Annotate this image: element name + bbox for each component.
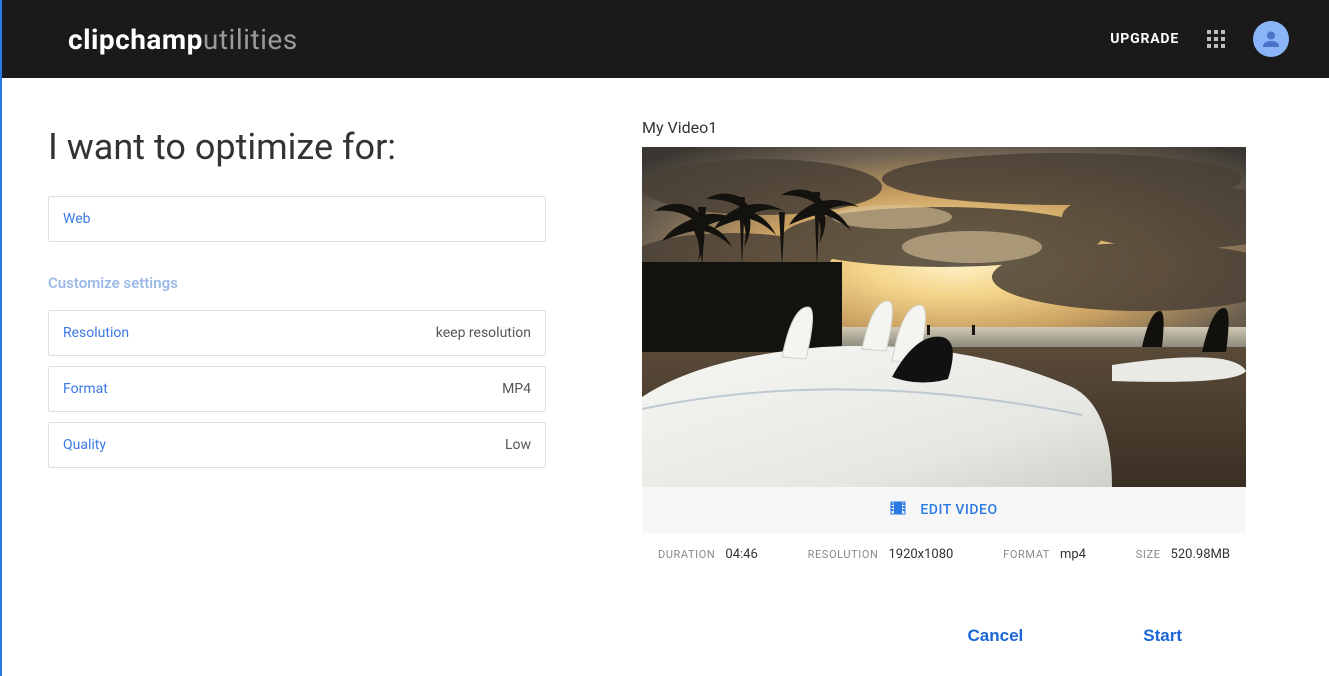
- action-row: Cancel Start: [642, 626, 1246, 646]
- video-title: My Video1: [642, 118, 1246, 137]
- setting-value: keep resolution: [436, 325, 531, 341]
- logo-bold: clipchamp: [68, 23, 203, 56]
- meta-resolution: RESOLUTION 1920x1080: [808, 547, 954, 562]
- thumbnail-image: [642, 147, 1246, 487]
- start-button[interactable]: Start: [1143, 626, 1182, 646]
- film-icon: [890, 500, 906, 520]
- setting-label: Resolution: [63, 325, 129, 341]
- meta-format: FORMAT mp4: [1003, 547, 1086, 562]
- logo: clipchamputilities: [68, 23, 298, 56]
- meta-size: SIZE 520.98MB: [1136, 547, 1230, 562]
- right-panel: My Video1: [642, 118, 1246, 646]
- main-content: I want to optimize for: Web Customize se…: [2, 78, 1329, 646]
- upgrade-button[interactable]: UPGRADE: [1110, 31, 1179, 47]
- setting-value: Low: [505, 437, 531, 453]
- video-thumbnail: [642, 147, 1246, 487]
- left-panel: I want to optimize for: Web Customize se…: [48, 118, 546, 646]
- setting-quality[interactable]: Quality Low: [48, 422, 546, 468]
- preset-label: Web: [63, 211, 91, 227]
- setting-value: MP4: [502, 381, 531, 397]
- setting-resolution[interactable]: Resolution keep resolution: [48, 310, 546, 356]
- edit-video-button[interactable]: EDIT VIDEO: [642, 487, 1246, 533]
- setting-label: Quality: [63, 437, 106, 453]
- edit-video-label: EDIT VIDEO: [920, 502, 997, 518]
- video-meta: DURATION 04:46 RESOLUTION 1920x1080 FORM…: [642, 533, 1246, 562]
- user-avatar[interactable]: [1253, 21, 1289, 57]
- customize-label: Customize settings: [48, 274, 546, 292]
- app-header: clipchamputilities UPGRADE: [2, 0, 1329, 78]
- setting-label: Format: [63, 381, 108, 397]
- preset-select[interactable]: Web: [48, 196, 546, 242]
- setting-format[interactable]: Format MP4: [48, 366, 546, 412]
- logo-light: utilities: [203, 23, 298, 56]
- header-right: UPGRADE: [1110, 21, 1289, 57]
- meta-duration: DURATION 04:46: [658, 547, 758, 562]
- cancel-button[interactable]: Cancel: [968, 626, 1024, 646]
- optimize-heading: I want to optimize for:: [48, 126, 546, 168]
- apps-grid-icon[interactable]: [1207, 30, 1225, 48]
- user-icon: [1259, 27, 1283, 51]
